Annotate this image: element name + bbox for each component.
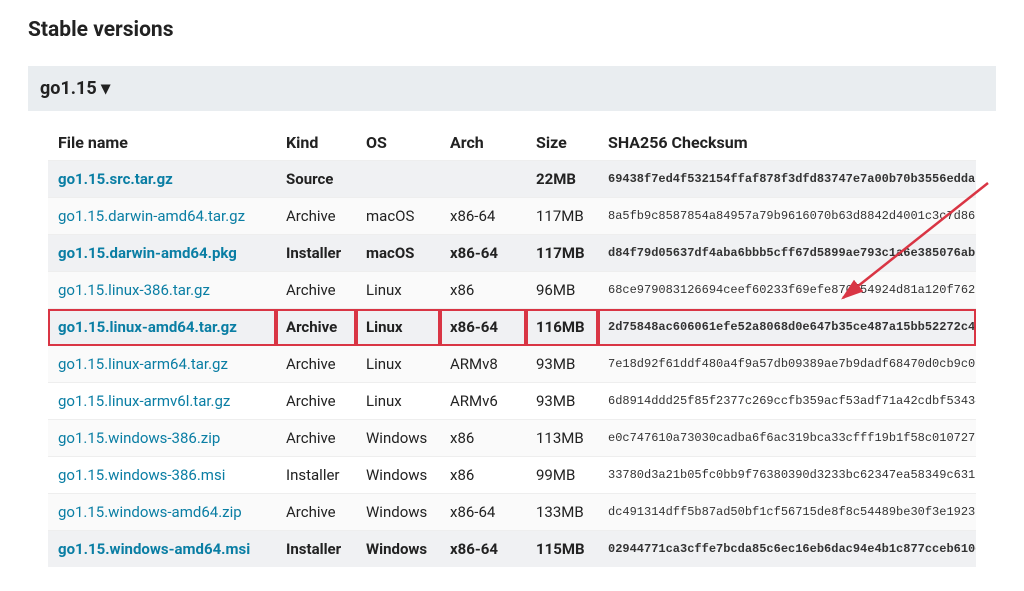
table-row: go1.15.windows-amd64.zip ArchiveWindowsx8… [48, 494, 976, 531]
cell-os: macOS [356, 235, 440, 272]
col-sha: SHA256 Checksum [598, 125, 976, 161]
file-link[interactable]: go1.15.windows-386.msi [58, 466, 225, 484]
cell-os: Linux [356, 346, 440, 383]
cell-arch: x86-64 [440, 494, 526, 531]
cell-kind: Archive [276, 346, 356, 383]
cell-os: Windows [356, 531, 440, 568]
cell-kind: Archive [276, 309, 356, 346]
table-row: go1.15.linux-amd64.tar.gz ArchiveLinuxx86… [48, 309, 976, 346]
cell-arch: x86 [440, 272, 526, 309]
table-row: go1.15.linux-386.tar.gz ArchiveLinuxx8696… [48, 272, 976, 309]
file-link[interactable]: go1.15.linux-arm64.tar.gz [58, 355, 228, 373]
cell-checksum: 68ce979083126694ceef60233f69efe870f54924… [598, 272, 976, 309]
col-arch: Arch [440, 125, 526, 161]
cell-arch: x86-64 [440, 309, 526, 346]
cell-arch: x86-64 [440, 235, 526, 272]
cell-size: 22MB [526, 161, 598, 198]
cell-size: 117MB [526, 235, 598, 272]
cell-size: 96MB [526, 272, 598, 309]
file-link[interactable]: go1.15.windows-amd64.zip [58, 503, 242, 521]
cell-kind: Archive [276, 494, 356, 531]
downloads-table: File name Kind OS Arch Size SHA256 Check… [48, 125, 976, 567]
cell-checksum: 7e18d92f61ddf480a4f9a57db09389ae7b9dadf6… [598, 346, 976, 383]
table-row: go1.15.windows-386.msi InstallerWindowsx8… [48, 457, 976, 494]
cell-os: Linux [356, 383, 440, 420]
cell-arch: x86-64 [440, 531, 526, 568]
col-kind: Kind [276, 125, 356, 161]
cell-size: 93MB [526, 346, 598, 383]
cell-checksum: 6d8914ddd25f85f2377c269ccfb359acf53adf71… [598, 383, 976, 420]
table-row: go1.15.darwin-amd64.pkg InstallermacOSx86… [48, 235, 976, 272]
cell-kind: Source [276, 161, 356, 198]
cell-checksum: 02944771ca3cffe7bcda85c6ec16eb6dac94e4b1… [598, 531, 976, 568]
table-row: go1.15.darwin-amd64.tar.gz ArchivemacOSx8… [48, 198, 976, 235]
cell-arch [440, 161, 526, 198]
cell-arch: x86 [440, 457, 526, 494]
cell-arch: x86-64 [440, 198, 526, 235]
file-link[interactable]: go1.15.windows-amd64.msi [58, 540, 250, 558]
table-row: go1.15.linux-arm64.tar.gz ArchiveLinuxARM… [48, 346, 976, 383]
table-row: go1.15.linux-armv6l.tar.gz ArchiveLinuxAR… [48, 383, 976, 420]
cell-os [356, 161, 440, 198]
cell-kind: Installer [276, 457, 356, 494]
table-row: go1.15.windows-386.zip ArchiveWindowsx861… [48, 420, 976, 457]
cell-checksum: 69438f7ed4f532154ffaf878f3dfd83747e7a00b… [598, 161, 976, 198]
cell-size: 113MB [526, 420, 598, 457]
cell-size: 93MB [526, 383, 598, 420]
cell-os: Windows [356, 494, 440, 531]
cell-kind: Installer [276, 531, 356, 568]
file-link[interactable]: go1.15.windows-386.zip [58, 429, 220, 447]
cell-checksum: 33780d3a21b05fc0bb9f76380390d3233bc62347… [598, 457, 976, 494]
cell-checksum: dc491314dff5b87ad50bf1cf56715de8f8c54489… [598, 494, 976, 531]
cell-checksum: 8a5fb9c8587854a84957a79b9616070b63d8842d… [598, 198, 976, 235]
cell-arch: x86 [440, 420, 526, 457]
cell-size: 115MB [526, 531, 598, 568]
col-size: Size [526, 125, 598, 161]
cell-os: macOS [356, 198, 440, 235]
table-row: go1.15.windows-amd64.msi InstallerWindows… [48, 531, 976, 568]
file-link[interactable]: go1.15.darwin-amd64.pkg [58, 244, 237, 262]
cell-checksum: d84f79d05637df4aba6bbb5cff67d5899ae793c1… [598, 235, 976, 272]
cell-kind: Archive [276, 420, 356, 457]
cell-kind: Archive [276, 198, 356, 235]
cell-arch: ARMv6 [440, 383, 526, 420]
file-link[interactable]: go1.15.darwin-amd64.tar.gz [58, 207, 245, 225]
cell-size: 133MB [526, 494, 598, 531]
cell-os: Linux [356, 272, 440, 309]
cell-os: Windows [356, 420, 440, 457]
col-os: OS [356, 125, 440, 161]
cell-kind: Installer [276, 235, 356, 272]
col-file: File name [48, 125, 276, 161]
cell-size: 99MB [526, 457, 598, 494]
version-toggle[interactable]: go1.15 ▾ [28, 66, 996, 111]
cell-kind: Archive [276, 383, 356, 420]
cell-os: Linux [356, 309, 440, 346]
file-link[interactable]: go1.15.linux-386.tar.gz [58, 281, 210, 299]
page-heading: Stable versions [28, 18, 996, 42]
file-link[interactable]: go1.15.linux-amd64.tar.gz [58, 318, 237, 336]
cell-size: 116MB [526, 309, 598, 346]
cell-arch: ARMv8 [440, 346, 526, 383]
cell-checksum: 2d75848ac606061efe52a8068d0e647b35ce487a… [598, 309, 976, 346]
cell-checksum: e0c747610a73030cadba6f6ac319bca33cfff19b… [598, 420, 976, 457]
version-label: go1.15 ▾ [40, 78, 110, 99]
cell-kind: Archive [276, 272, 356, 309]
table-row: go1.15.src.tar.gz Source 22MB69438f7ed4f53… [48, 161, 976, 198]
cell-os: Windows [356, 457, 440, 494]
cell-size: 117MB [526, 198, 598, 235]
file-link[interactable]: go1.15.linux-armv6l.tar.gz [58, 392, 230, 410]
file-link[interactable]: go1.15.src.tar.gz [58, 170, 173, 188]
